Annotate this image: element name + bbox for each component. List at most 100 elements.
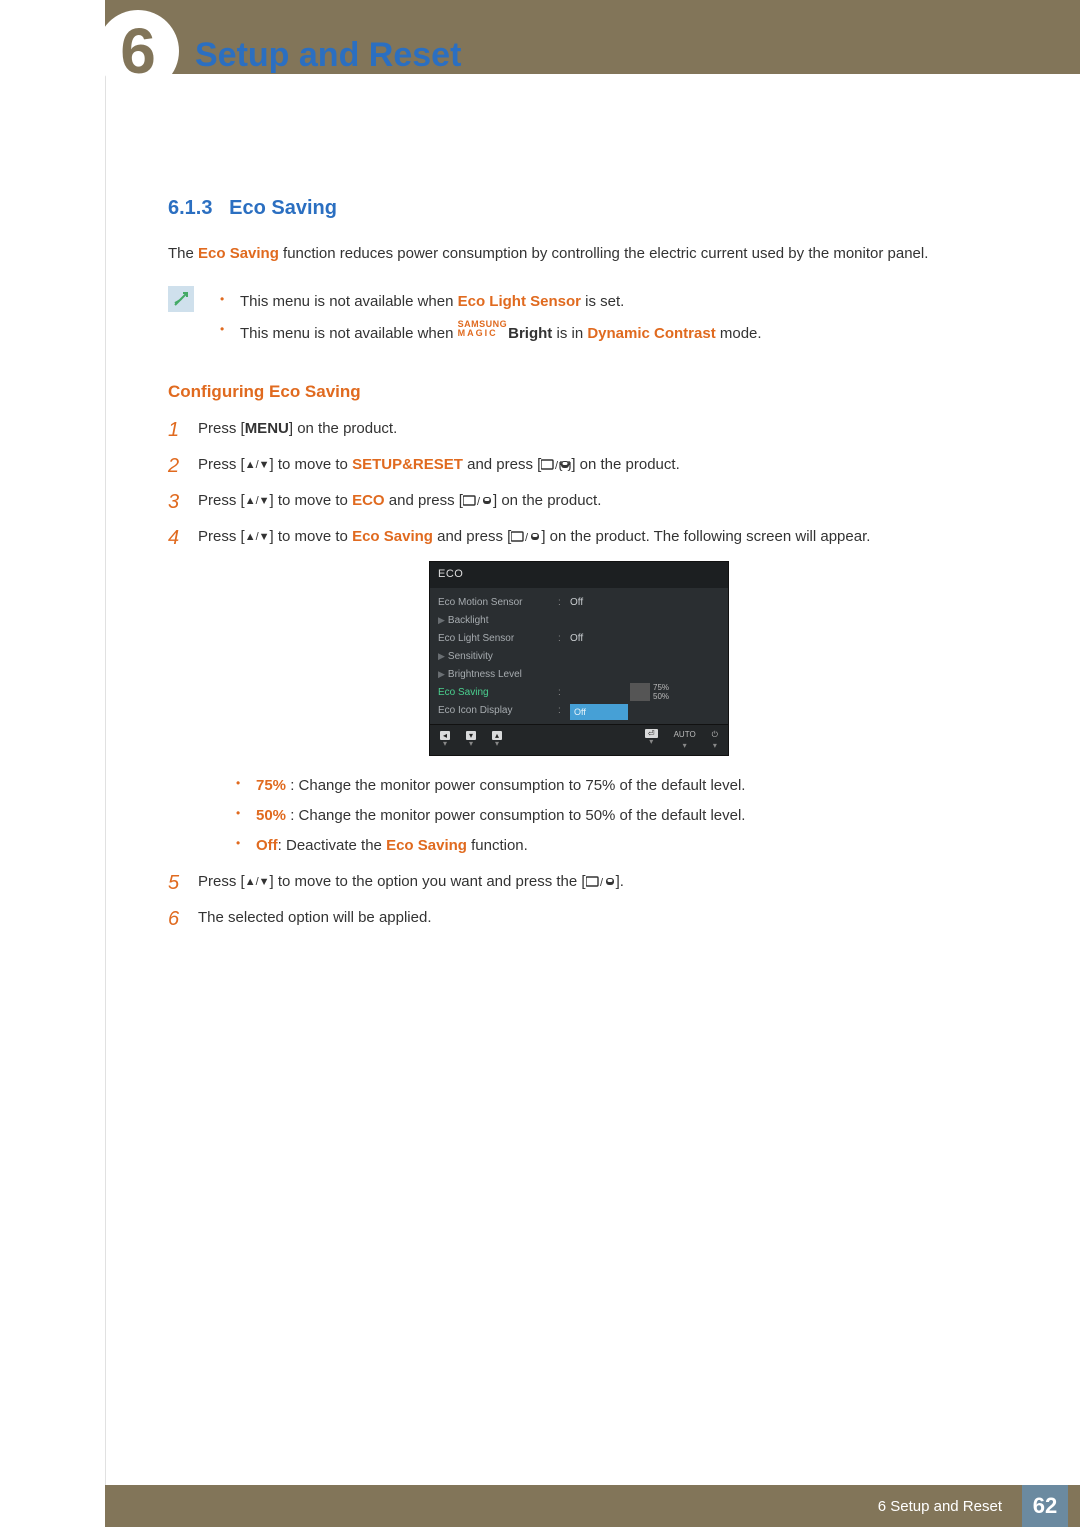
intro-term: Eco Saving <box>198 245 279 262</box>
osd-nav-down-icon: ▾▾ <box>466 731 476 747</box>
option-text: : Deactivate the <box>278 837 386 854</box>
footer-page-number: 62 <box>1022 1485 1068 1527</box>
menu-button-label: MENU <box>245 420 289 437</box>
enter-source-icon: / <box>541 456 571 473</box>
step-text: ] to move to <box>270 492 353 509</box>
chapter-header: 6 Setup and Reset <box>0 0 1080 92</box>
osd-row-label: Eco Motion Sensor <box>438 595 558 611</box>
osd-body: Eco Motion Sensor:Off ▶Backlight Eco Lig… <box>430 588 728 724</box>
note-block: This menu is not available when Eco Ligh… <box>168 284 960 352</box>
step-text: Press [ <box>198 456 245 473</box>
samsung-magic-logo: SAMSUNGMAGIC <box>458 320 508 338</box>
enter-source-icon: / <box>463 492 493 509</box>
step-text: Press [ <box>198 492 245 509</box>
step-number: 5 <box>168 867 179 899</box>
svg-text:/: / <box>477 496 481 507</box>
step-term: SETUP&RESET <box>352 456 463 473</box>
subsection-heading: Configuring Eco Saving <box>168 378 960 405</box>
note-item: This menu is not available when Eco Ligh… <box>212 290 762 314</box>
svg-text:/: / <box>525 532 529 543</box>
note-text: mode. <box>716 325 762 342</box>
option-item: Off: Deactivate the Eco Saving function. <box>228 834 960 858</box>
step-text: ] on the product. <box>493 492 601 509</box>
osd-power-icon: ⏻▾ <box>712 729 718 749</box>
step-item: 6 The selected option will be applied. <box>168 906 960 930</box>
osd-footer: ◂▾ ▾▾ ▴▾ ⏎▾ AUTO▾ ⏻▾ <box>430 724 728 755</box>
osd-selected-value: Off <box>570 704 628 720</box>
steps-list: 1 Press [MENU] on the product. 2 Press [… <box>168 417 960 929</box>
section-number: 6.1.3 <box>168 197 212 219</box>
note-term: Bright <box>508 325 552 342</box>
osd-auto-label: AUTO▾ <box>674 729 696 749</box>
step-text: The selected option will be applied. <box>198 909 431 926</box>
up-down-arrows-icon: ▲/▼ <box>245 495 270 507</box>
page-footer: 6 Setup and Reset 62 <box>0 1485 1080 1527</box>
margin-rule <box>105 0 106 1527</box>
up-down-arrows-icon: ▲/▼ <box>245 876 270 888</box>
option-text: : Change the monitor power consumption t… <box>286 777 745 794</box>
step-term: Eco Saving <box>352 528 433 545</box>
osd-row-label: ▶Sensitivity <box>438 649 558 665</box>
option-term: Off <box>256 837 278 854</box>
step-text: ] on the product. <box>571 456 679 473</box>
options-list: 75% : Change the monitor power consumpti… <box>228 774 960 858</box>
intro-paragraph: The Eco Saving function reduces power co… <box>168 242 960 266</box>
note-item: This menu is not available when SAMSUNGM… <box>212 320 762 346</box>
step-text: and press [ <box>385 492 463 509</box>
note-icon <box>168 286 194 312</box>
step-text: and press [ <box>433 528 511 545</box>
note-text: is in <box>552 325 587 342</box>
step-text: and press [ <box>463 456 541 473</box>
enter-source-icon: / <box>586 873 616 890</box>
step-term: ECO <box>352 492 385 509</box>
note-term: Dynamic Contrast <box>587 325 715 342</box>
option-text: : Change the monitor power consumption t… <box>286 807 745 824</box>
svg-text:/: / <box>600 877 604 888</box>
svg-text:/: / <box>555 460 559 471</box>
intro-text-post: function reduces power consumption by co… <box>279 245 929 262</box>
osd-row-label: Eco Icon Display <box>438 703 558 719</box>
osd-row-value: Off <box>570 595 583 611</box>
step-number: 3 <box>168 486 179 518</box>
option-item: 50% : Change the monitor power consumpti… <box>228 804 960 828</box>
up-down-arrows-icon: ▲/▼ <box>245 459 270 471</box>
osd-nav-up-icon: ▴▾ <box>492 731 502 747</box>
step-item: 4 Press [▲/▼] to move to Eco Saving and … <box>168 525 960 857</box>
step-text: ]. <box>616 873 624 890</box>
option-term: Eco Saving <box>386 837 467 854</box>
step-item: 3 Press [▲/▼] to move to ECO and press [… <box>168 489 960 513</box>
osd-row-label: Eco Light Sensor <box>438 631 558 647</box>
step-number: 1 <box>168 414 179 446</box>
step-item: 5 Press [▲/▼] to move to the option you … <box>168 870 960 894</box>
step-text: Press [ <box>198 420 245 437</box>
chapter-title: Setup and Reset <box>195 36 461 75</box>
section-title: Eco Saving <box>229 197 337 219</box>
osd-title: ECO <box>430 562 728 588</box>
note-text: This menu is not available when <box>240 293 458 310</box>
osd-row-label: ▶Brightness Level <box>438 667 558 683</box>
step-item: 1 Press [MENU] on the product. <box>168 417 960 441</box>
osd-screenshot: ECO Eco Motion Sensor:Off ▶Backlight Eco… <box>429 561 729 755</box>
step-item: 2 Press [▲/▼] to move to SETUP&RESET and… <box>168 453 960 477</box>
step-text: Press [ <box>198 873 245 890</box>
enter-source-icon: / <box>511 528 541 545</box>
step-text: ] to move to the option you want and pre… <box>270 873 586 890</box>
footer-chapter-label: 6 Setup and Reset <box>878 1498 1002 1515</box>
option-text: function. <box>467 837 528 854</box>
osd-active-options: 75%50% <box>570 686 710 700</box>
step-number: 6 <box>168 903 179 935</box>
page-content: 6.1.3 Eco Saving The Eco Saving function… <box>168 192 960 930</box>
osd-enter-icon: ⏎▾ <box>645 729 658 749</box>
step-number: 2 <box>168 450 179 482</box>
section-heading: 6.1.3 Eco Saving <box>168 192 960 224</box>
osd-row-label: ▶Backlight <box>438 613 558 629</box>
step-text: ] to move to <box>270 456 353 473</box>
intro-text-pre: The <box>168 245 198 262</box>
osd-row-label-active: Eco Saving <box>438 685 558 701</box>
up-down-arrows-icon: ▲/▼ <box>245 531 270 543</box>
option-term: 75% <box>256 777 286 794</box>
osd-row-value: Off <box>570 631 583 647</box>
step-text: ] on the product. The following screen w… <box>541 528 870 545</box>
note-text: This menu is not available when <box>240 325 458 342</box>
step-text: ] on the product. <box>289 420 397 437</box>
